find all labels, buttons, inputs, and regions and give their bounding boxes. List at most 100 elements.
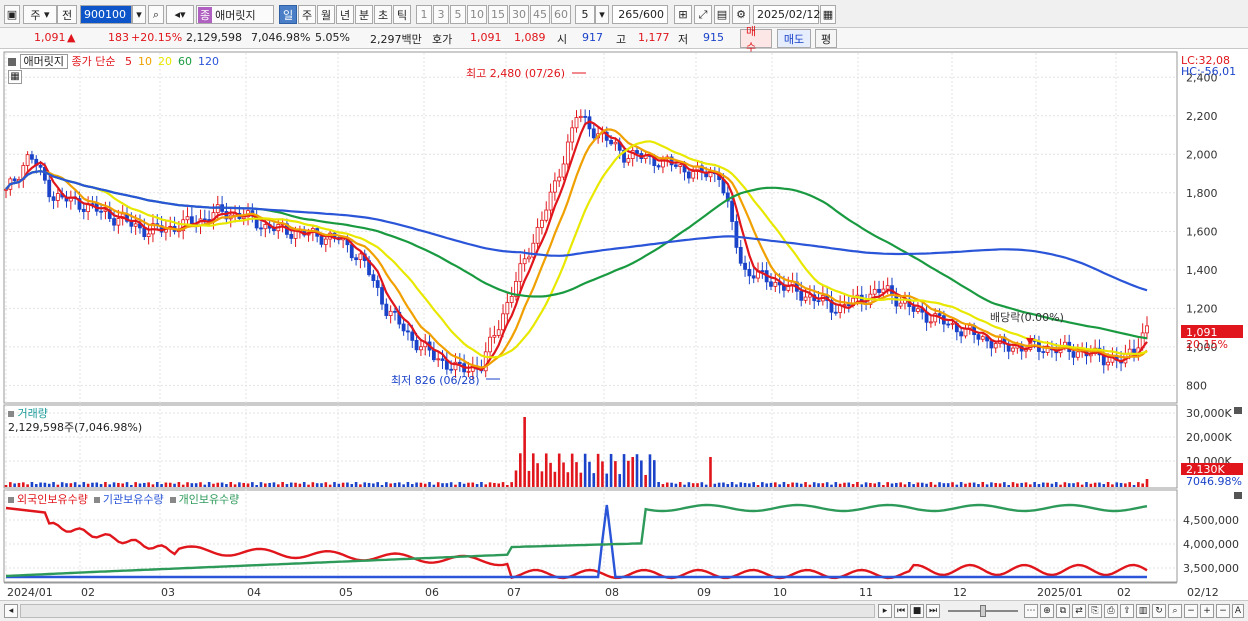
tick-button-10[interactable]: 10 (467, 5, 487, 24)
last-page-icon[interactable]: ⏭ (926, 604, 940, 618)
period-button-4[interactable]: 분 (355, 5, 373, 24)
volume-legend-square-icon (8, 411, 14, 417)
tick-button-3[interactable]: 3 (433, 5, 449, 24)
print-icon[interactable]: ⎙ (1104, 604, 1118, 618)
compare-icon[interactable]: ⇄ (1072, 604, 1086, 618)
chart-tools-icon[interactable]: ⊞ (674, 5, 692, 24)
indicator-table-icon[interactable]: ▦ (8, 70, 22, 84)
export-icon[interactable]: ⇪ (1120, 604, 1134, 618)
candle-body (846, 304, 851, 307)
tick-button-60[interactable]: 60 (551, 5, 571, 24)
link-icon[interactable]: ⧉ (1056, 604, 1070, 618)
volume-panel-close-icon[interactable] (1234, 407, 1242, 414)
holding-legend-0[interactable]: 외국인보유수량 (17, 493, 88, 506)
code-dropdown-button[interactable]: ▾ (132, 5, 146, 24)
volume-bar (933, 484, 937, 487)
volume-bar (393, 482, 397, 487)
volume-bar (177, 482, 181, 487)
candle-body (799, 290, 804, 301)
holding-legend-1[interactable]: 기관보유수량 (103, 493, 164, 506)
x-axis-label: 09 (697, 586, 711, 599)
interval-dropdown[interactable]: ▾ (595, 5, 609, 24)
volume-bar (635, 454, 639, 487)
copy-icon[interactable]: ⎘ (1088, 604, 1102, 618)
zoom-slider-thumb[interactable] (980, 605, 986, 617)
tick-button-5[interactable]: 5 (450, 5, 466, 24)
period-button-3[interactable]: 년 (336, 5, 354, 24)
sell-button[interactable]: 매도 (777, 29, 811, 48)
draw-tools-icon[interactable]: ⤢ (694, 5, 712, 24)
calendar-icon[interactable]: ▦ (820, 5, 836, 24)
stock-name-field[interactable]: 종 애머릿지 (196, 5, 274, 24)
volume-bar (825, 482, 829, 487)
tick-button-45[interactable]: 45 (530, 5, 550, 24)
save-icon[interactable]: ▤ (714, 5, 730, 24)
volume-bar (1141, 483, 1144, 487)
chart-svg[interactable]: 2,4002,2002,0001,8001,6001,4001,2001,000… (0, 50, 1248, 602)
price-legend-name[interactable]: 애머릿지 (19, 54, 68, 69)
candle-body (552, 180, 557, 193)
ma-period-5[interactable]: 5 (125, 55, 132, 68)
overlay-icon[interactable]: ⊕ (1040, 604, 1054, 618)
window-menu-icon[interactable]: ▣ (4, 5, 20, 24)
volume-bar (1132, 484, 1136, 487)
count-input[interactable]: 265/600 (612, 5, 668, 24)
volume-value-text: 2,129,598주(7,046.98%) (8, 421, 143, 434)
candle-body (743, 262, 747, 270)
first-page-icon[interactable]: ⏮ (894, 604, 908, 618)
candle-body (25, 154, 30, 166)
volume-bar (704, 484, 708, 487)
volume-bar (722, 482, 725, 487)
font-size-icon[interactable]: A (1232, 604, 1244, 618)
stop-icon[interactable]: ■ (910, 604, 924, 618)
refresh-icon[interactable]: ↻ (1152, 604, 1166, 618)
ma-period-120[interactable]: 120 (198, 55, 219, 68)
buy-button[interactable]: 매수 (740, 25, 772, 54)
scroll-right-icon[interactable]: ▸ (878, 604, 892, 618)
chart-type-icon[interactable]: ⋯ (1024, 604, 1038, 618)
x-axis-label: 06 (425, 586, 439, 599)
market-select[interactable]: 주 ▾ (23, 5, 57, 24)
settings-gear-icon[interactable]: ⚙ (732, 5, 750, 24)
holding-y-axis: 4,500,000 4,000,000 3,500,000 (1183, 514, 1239, 575)
interval-input[interactable]: 5 (575, 5, 595, 24)
chart-area[interactable]: 2,400 2,200 2,000 1,800 1,600 1,400 1,200 1,000… (0, 50, 1248, 602)
volume-bar (475, 484, 479, 487)
scroll-left-icon[interactable]: ◂ (4, 604, 18, 618)
holding-panel-close-icon[interactable] (1234, 492, 1242, 499)
period-button-0[interactable]: 일 (279, 5, 297, 24)
stock-code-input[interactable]: 900100 (80, 5, 132, 24)
holding-legend-2[interactable]: 개인보유수량 (179, 493, 240, 506)
volume-bar (298, 483, 302, 487)
minus-icon[interactable]: − (1216, 604, 1230, 618)
search-icon[interactable]: ⌕ (148, 5, 164, 24)
all-button[interactable]: 전 (57, 5, 77, 24)
candle-body (583, 116, 588, 118)
candle-body (1011, 347, 1015, 352)
candle-body (751, 275, 756, 279)
volume-bar (765, 483, 768, 487)
zoom-in-icon[interactable]: + (1200, 604, 1214, 618)
period-button-1[interactable]: 주 (298, 5, 316, 24)
period-button-2[interactable]: 월 (317, 5, 335, 24)
chart-scrollbar[interactable]: ◂ ▸ ⏮ ■ ⏭ ⋯ ⊕ ⧉ ⇄ ⎘ ⎙ ⇪ ▥ ↻ ⌕ − + − A (0, 600, 1248, 621)
layout-icon[interactable]: ▥ (1136, 604, 1150, 618)
date-input[interactable]: 2025/02/12 (753, 5, 820, 24)
ma-period-10[interactable]: 10 (138, 55, 152, 68)
ma-period-20[interactable]: 20 (158, 55, 172, 68)
volume-bar (315, 483, 319, 487)
candle-body (1071, 351, 1076, 358)
period-button-6[interactable]: 틱 (393, 5, 411, 24)
zoom-icon[interactable]: ⌕ (1168, 604, 1182, 618)
evaluate-button[interactable]: 평 (815, 29, 837, 48)
period-button-5[interactable]: 초 (374, 5, 392, 24)
holding-y-tick: 4,500,000 (1183, 514, 1239, 527)
zoom-out-icon[interactable]: − (1184, 604, 1198, 618)
tick-button-15[interactable]: 15 (488, 5, 508, 24)
scroll-track[interactable] (20, 604, 875, 618)
ma-period-60[interactable]: 60 (178, 55, 192, 68)
tick-button-30[interactable]: 30 (509, 5, 529, 24)
tick-button-1[interactable]: 1 (416, 5, 432, 24)
prev-next-stock-button[interactable]: ◂▾ (166, 5, 194, 24)
volume-bar (601, 461, 604, 487)
